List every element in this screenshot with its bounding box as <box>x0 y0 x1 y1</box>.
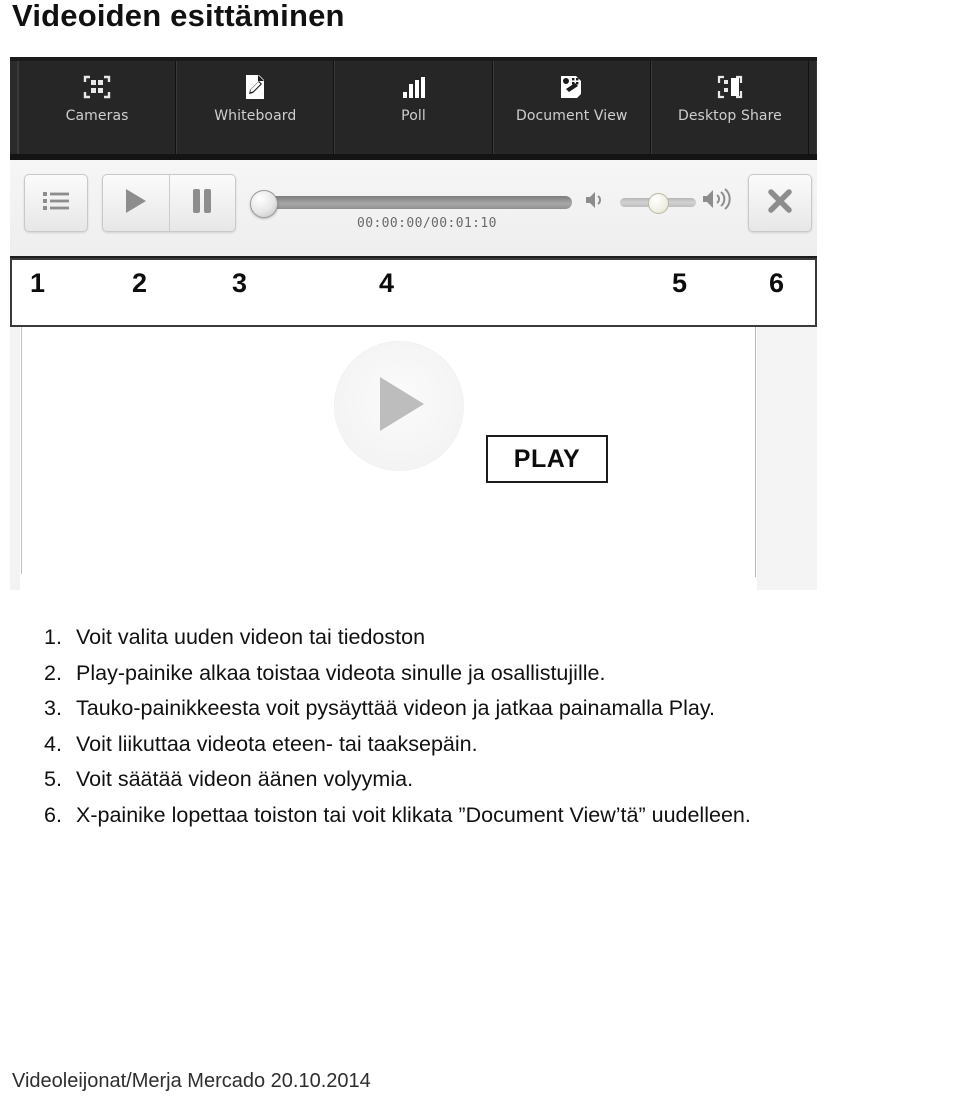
toolbar-label-desktop-share: Desktop Share <box>677 108 782 124</box>
toolbar-label-whiteboard: Whiteboard <box>214 108 297 124</box>
big-play-icon <box>368 371 430 442</box>
list-item: 4. Voit liikuttaa videota eteen- tai taa… <box>44 727 944 763</box>
screenshot-figure: Cameras Whiteboard Poll Document View De… <box>10 57 817 590</box>
transport-button-group <box>102 174 236 232</box>
play-annotation-box: PLAY <box>486 435 608 483</box>
playlist-button[interactable] <box>24 174 88 232</box>
seek-track[interactable] <box>264 196 572 209</box>
stage-left-divider <box>21 327 22 574</box>
toolbar-button-whiteboard[interactable]: Whiteboard <box>176 61 335 154</box>
callout-number-6: 6 <box>769 268 785 298</box>
step-number: 4. <box>44 731 62 756</box>
step-number: 2. <box>44 660 62 685</box>
pause-button[interactable] <box>168 175 236 231</box>
timecode-display: 00:00:00/00:01:10 <box>357 216 497 231</box>
callout-number-2: 2 <box>132 268 148 298</box>
toolbar-left-edge <box>10 61 18 154</box>
step-text: X-painike lopettaa toiston tai voit klik… <box>76 802 751 827</box>
list-item: 6. X-painike lopettaa toiston tai voit k… <box>44 798 944 834</box>
big-play-button[interactable] <box>335 342 463 470</box>
callout-number-strip: 1 2 3 4 5 6 <box>10 258 817 327</box>
toolbar-button-desktop-share[interactable]: Desktop Share <box>650 61 810 154</box>
list-item: 5. Voit säätää videon äänen volyymia. <box>44 762 944 798</box>
callout-number-3: 3 <box>232 268 248 298</box>
video-stage <box>10 327 817 590</box>
step-text: Tauko-painikkeesta voit pysäyttää videon… <box>76 696 715 720</box>
step-number: 5. <box>44 767 62 791</box>
desktop-share-icon <box>715 70 745 104</box>
stage-left-strip <box>10 327 20 590</box>
step-number: 1. <box>44 625 62 649</box>
toolbar-label-document-view: Document View <box>515 108 628 124</box>
step-text: Voit valita uuden videon tai tiedoston <box>76 625 426 649</box>
stage-right-divider <box>755 327 756 577</box>
instruction-list: 1. Voit valita uuden videon tai tiedosto… <box>44 620 944 833</box>
close-button[interactable] <box>748 174 812 232</box>
pause-icon <box>192 188 212 219</box>
speaker-low-icon <box>585 190 611 215</box>
cameras-icon <box>82 70 112 104</box>
close-x-icon <box>767 188 793 219</box>
step-text: Voit liikuttaa videota eteen- tai taakse… <box>76 731 478 756</box>
whiteboard-icon <box>241 70 269 104</box>
step-number: 3. <box>44 696 62 720</box>
player-control-bar: 00:00:00/00:01:10 <box>10 160 817 258</box>
list-item: 3. Tauko-painikkeesta voit pysäyttää vid… <box>44 691 944 727</box>
page-title: Videoiden esittäminen <box>12 0 345 33</box>
footer-credit: Videoleijonat/Merja Mercado 20.10.2014 <box>12 1070 371 1092</box>
toolbar-label-cameras: Cameras <box>65 108 129 124</box>
speaker-high-icon <box>702 187 736 216</box>
stage-right-strip <box>757 327 817 590</box>
step-text: Voit säätää videon äänen volyymia. <box>76 767 414 791</box>
toolbar-right-edge <box>809 61 817 154</box>
list-item: 2. Play-painike alkaa toistaa videota si… <box>44 656 944 692</box>
callout-number-5: 5 <box>672 268 688 298</box>
toolbar-button-poll[interactable]: Poll <box>334 61 493 154</box>
volume-thumb[interactable] <box>648 193 669 214</box>
callout-number-1: 1 <box>30 268 46 298</box>
app-toolbar: Cameras Whiteboard Poll Document View De… <box>10 57 817 160</box>
toolbar-button-document-view[interactable]: Document View <box>492 61 651 154</box>
play-icon <box>124 188 148 219</box>
play-annotation-label: PLAY <box>513 444 581 473</box>
toolbar-label-poll: Poll <box>401 108 426 124</box>
volume-slider[interactable] <box>620 193 696 214</box>
callout-number-4: 4 <box>379 268 395 298</box>
list-item: 1. Voit valita uuden videon tai tiedosto… <box>44 620 944 656</box>
step-text: Play-painike alkaa toistaa videota sinul… <box>76 660 606 685</box>
play-button[interactable] <box>103 175 169 231</box>
document-view-icon <box>557 70 587 104</box>
toolbar-button-cameras[interactable]: Cameras <box>18 61 177 154</box>
seek-thumb[interactable] <box>250 190 278 218</box>
list-icon <box>43 191 69 216</box>
poll-icon <box>400 70 428 104</box>
seek-slider[interactable] <box>250 190 572 218</box>
step-number: 6. <box>44 802 62 827</box>
